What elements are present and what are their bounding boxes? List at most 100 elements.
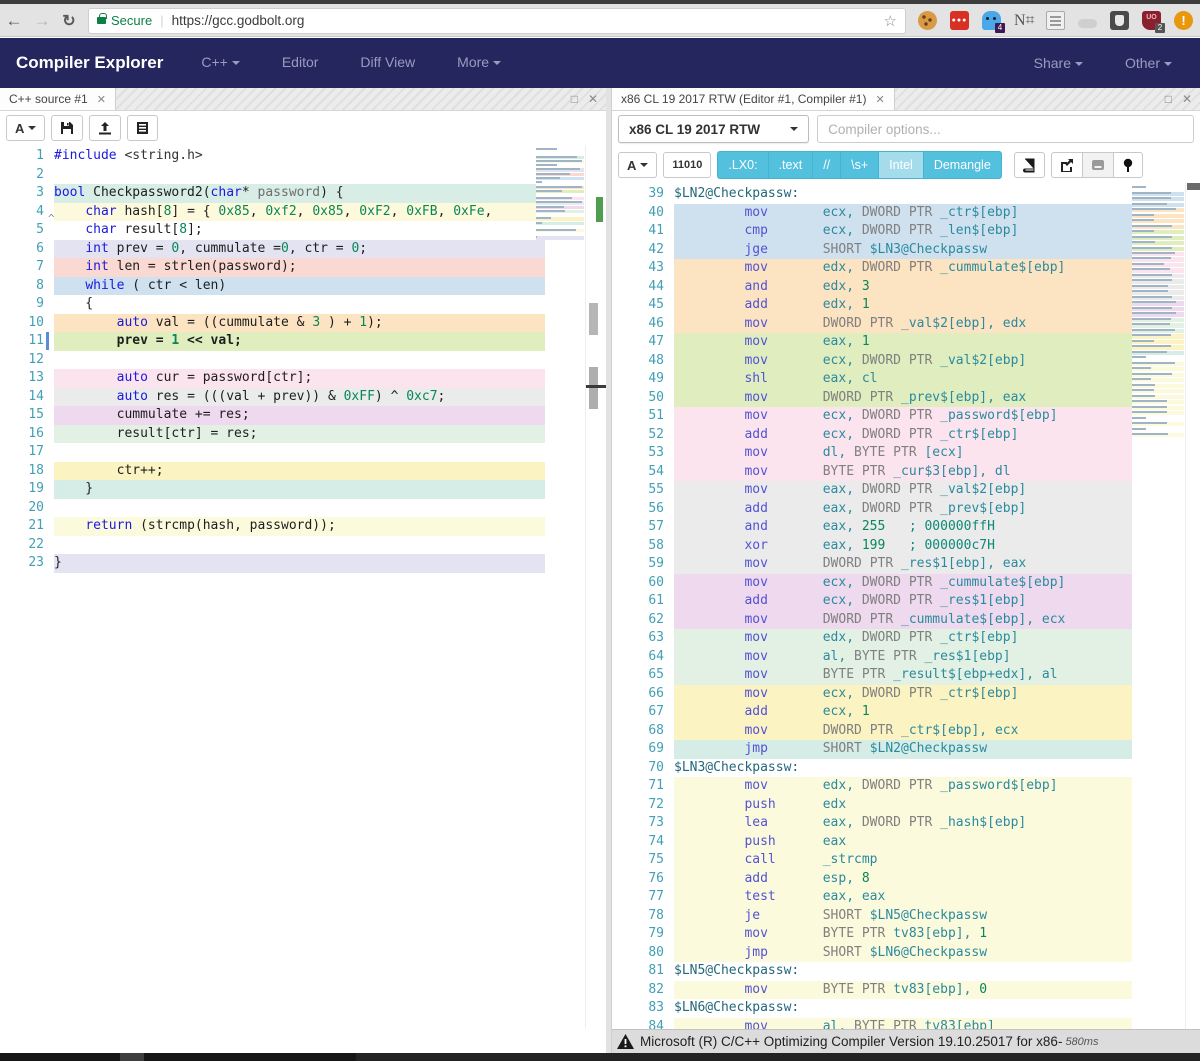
line-number[interactable]: 62: [612, 611, 664, 630]
line-number[interactable]: 15: [0, 406, 44, 425]
binary-filter-button[interactable]: 11010: [663, 152, 711, 178]
line-number[interactable]: 50: [612, 389, 664, 408]
cookie-extension-icon[interactable]: [918, 11, 937, 30]
forward-icon[interactable]: →: [28, 11, 56, 31]
maximize-icon[interactable]: □: [1165, 92, 1172, 106]
nav-item-diffview[interactable]: Diff View: [360, 54, 415, 70]
line-number[interactable]: 40: [612, 204, 664, 223]
open-new-window-button[interactable]: [1051, 152, 1082, 178]
line-number[interactable]: 74: [612, 833, 664, 852]
line-number[interactable]: 75: [612, 851, 664, 870]
font-size-button[interactable]: A: [6, 115, 45, 141]
line-number[interactable]: 10: [0, 314, 44, 333]
dark-extension-icon[interactable]: [1110, 11, 1129, 30]
line-number[interactable]: 66: [612, 685, 664, 704]
line-number[interactable]: 71: [612, 777, 664, 796]
line-number[interactable]: 7: [0, 258, 44, 277]
libraries-button[interactable]: [1014, 152, 1045, 178]
line-number[interactable]: 22: [0, 536, 44, 555]
line-number[interactable]: 69: [612, 740, 664, 759]
ghost-extension-icon[interactable]: 4: [982, 11, 1001, 30]
line-number[interactable]: 64: [612, 648, 664, 667]
line-number[interactable]: 81: [612, 962, 664, 981]
filter-button-demangle[interactable]: Demangle: [923, 151, 1002, 179]
line-number[interactable]: 18: [0, 462, 44, 481]
compiler-status-bar[interactable]: Microsoft (R) C/C++ Optimizing Compiler …: [612, 1029, 1200, 1053]
paste-button[interactable]: [127, 115, 158, 141]
filter-button-lx0[interactable]: .LX0:: [717, 151, 767, 179]
line-number[interactable]: 12: [0, 351, 44, 370]
line-number[interactable]: 23: [0, 554, 44, 573]
line-number[interactable]: 3: [0, 184, 44, 203]
source-editor[interactable]: 1#include <string.h>23bool Checkpassword…: [0, 145, 606, 1028]
line-number[interactable]: 17: [0, 443, 44, 462]
scrollbar-thumb[interactable]: [589, 303, 598, 335]
line-number[interactable]: 14: [0, 388, 44, 407]
asm-minimap[interactable]: [1132, 185, 1184, 437]
close-pane-icon[interactable]: ✕: [1182, 92, 1192, 106]
shield-extension-icon[interactable]: 2: [1142, 11, 1161, 30]
line-number[interactable]: 60: [612, 574, 664, 593]
line-number[interactable]: 6: [0, 240, 44, 259]
nav-item-share[interactable]: Share: [1034, 55, 1083, 71]
line-number[interactable]: 39: [612, 185, 664, 204]
scrollbar-thumb-2[interactable]: [589, 367, 598, 409]
nav-item-more[interactable]: More: [457, 54, 501, 70]
close-pane-icon[interactable]: ✕: [588, 92, 598, 106]
back-icon[interactable]: ←: [0, 11, 28, 31]
password-extension-icon[interactable]: ●●●: [950, 11, 969, 30]
line-number[interactable]: 80: [612, 944, 664, 963]
url-text[interactable]: https://gcc.godbolt.org: [172, 13, 305, 28]
filter-button-[interactable]: //: [812, 151, 840, 179]
line-number[interactable]: 54: [612, 463, 664, 482]
line-number[interactable]: 56: [612, 500, 664, 519]
line-number[interactable]: 79: [612, 925, 664, 944]
nav-item-c[interactable]: C++: [201, 54, 239, 70]
font-size-button[interactable]: A: [618, 152, 657, 178]
line-number[interactable]: 57: [612, 518, 664, 537]
line-number[interactable]: 65: [612, 666, 664, 685]
line-number[interactable]: 45: [612, 296, 664, 315]
source-tab[interactable]: C++ source #1 ✕: [0, 88, 116, 110]
load-button[interactable]: [89, 115, 121, 141]
pill-extension-icon[interactable]: [1078, 19, 1097, 28]
line-number[interactable]: 61: [612, 592, 664, 611]
line-number[interactable]: 41: [612, 222, 664, 241]
line-number[interactable]: 76: [612, 870, 664, 889]
line-number[interactable]: 58: [612, 537, 664, 556]
line-number[interactable]: 51: [612, 407, 664, 426]
nav-item-editor[interactable]: Editor: [282, 54, 319, 70]
line-number[interactable]: 72: [612, 796, 664, 815]
line-number[interactable]: 68: [612, 722, 664, 741]
line-number[interactable]: 78: [612, 907, 664, 926]
line-number[interactable]: 43: [612, 259, 664, 278]
line-number[interactable]: 11: [0, 332, 44, 351]
line-number[interactable]: 1: [0, 147, 44, 166]
line-number[interactable]: 67: [612, 703, 664, 722]
line-number[interactable]: 52: [612, 426, 664, 445]
tree-button[interactable]: [1113, 152, 1143, 178]
bookmark-star-icon[interactable]: ☆: [884, 12, 897, 30]
line-number[interactable]: 53: [612, 444, 664, 463]
fold-caret-icon[interactable]: ^: [48, 212, 55, 225]
source-tab-close-icon[interactable]: ✕: [97, 93, 106, 106]
line-number[interactable]: 46: [612, 315, 664, 334]
page-extension-icon[interactable]: [1046, 11, 1065, 30]
line-number[interactable]: 82: [612, 981, 664, 1000]
compiler-select[interactable]: x86 CL 19 2017 RTW: [618, 115, 809, 143]
line-number[interactable]: 48: [612, 352, 664, 371]
compiler-tab[interactable]: x86 CL 19 2017 RTW (Editor #1, Compiler …: [612, 88, 895, 110]
line-number[interactable]: 42: [612, 241, 664, 260]
brand-title[interactable]: Compiler Explorer: [16, 53, 163, 73]
reload-icon[interactable]: ↻: [56, 11, 82, 31]
maximize-icon[interactable]: □: [571, 92, 578, 106]
filter-button-s[interactable]: \s+: [840, 151, 878, 179]
line-number[interactable]: 16: [0, 425, 44, 444]
splitter-handle[interactable]: [586, 385, 606, 388]
line-number[interactable]: 2: [0, 166, 44, 185]
line-number[interactable]: 9: [0, 295, 44, 314]
save-button[interactable]: [51, 115, 83, 141]
source-minimap[interactable]: [536, 147, 584, 240]
asm-editor[interactable]: 39$LN2@Checkpassw:40 mov ecx, DWORD PTR …: [612, 183, 1200, 1031]
line-number[interactable]: 44: [612, 278, 664, 297]
